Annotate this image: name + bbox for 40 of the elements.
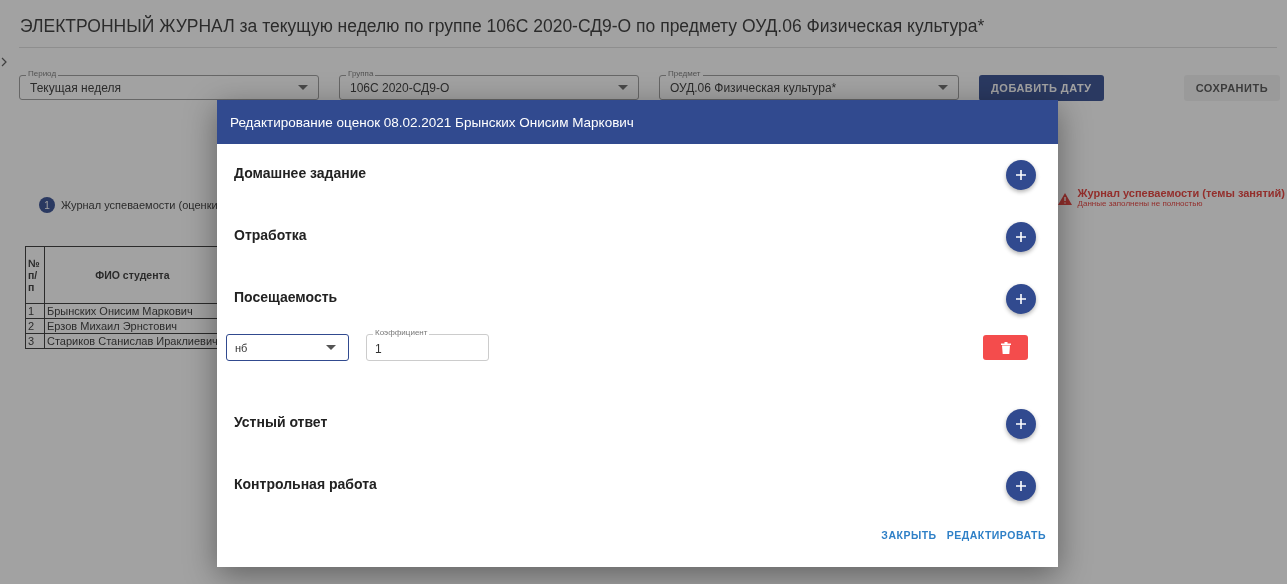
caret-icon bbox=[938, 85, 948, 90]
add-button[interactable] bbox=[1006, 471, 1036, 501]
table-cell: 2 bbox=[25, 318, 45, 334]
plus-icon bbox=[1015, 231, 1027, 243]
delete-button[interactable] bbox=[983, 335, 1028, 360]
section-title: Посещаемость bbox=[234, 289, 338, 305]
table-cell: 1 bbox=[25, 303, 45, 319]
plus-icon bbox=[1015, 293, 1027, 305]
section-title: Устный ответ bbox=[234, 414, 328, 430]
field-label: Период bbox=[26, 69, 59, 78]
step-number: 1 bbox=[39, 197, 55, 213]
caret-icon bbox=[618, 85, 628, 90]
field-label: Предмет bbox=[666, 69, 703, 78]
chevron-icon[interactable] bbox=[1, 57, 7, 67]
table-cell: 3 bbox=[25, 333, 45, 349]
add-button[interactable] bbox=[1006, 160, 1036, 190]
add-button[interactable] bbox=[1006, 409, 1036, 439]
plus-icon bbox=[1015, 169, 1027, 181]
trash-icon bbox=[1000, 341, 1011, 354]
plus-icon bbox=[1015, 480, 1027, 492]
column-header: № п/п bbox=[25, 246, 45, 304]
field-label: Коэффициент bbox=[373, 328, 430, 337]
add-date-button[interactable]: ДОБАВИТЬ ДАТУ bbox=[979, 75, 1104, 101]
add-button[interactable] bbox=[1006, 284, 1036, 314]
section-title: Отработка bbox=[234, 227, 307, 243]
page-title: ЭЛЕКТРОННЫЙ ЖУРНАЛ за текущую неделю по группе 106С 2020-СД9-О по предмету ОУД.06 Физическая культура* bbox=[19, 0, 1277, 48]
add-button[interactable] bbox=[1006, 222, 1036, 252]
field-label: Группа bbox=[346, 69, 376, 78]
edit-button[interactable]: РЕДАКТИРОВАТЬ bbox=[942, 529, 1050, 541]
plus-icon bbox=[1015, 418, 1027, 430]
step-label[interactable]: Журнал успеваемости (темы занятий) bbox=[1077, 187, 1285, 199]
section-title: Домашнее задание bbox=[234, 165, 367, 181]
dialog-title: Редактирование оценок 08.02.2021 Брынских Онисим Маркович bbox=[230, 114, 634, 130]
step-label[interactable]: Журнал успеваемости (оценки bbox=[61, 199, 218, 211]
caret-icon bbox=[326, 345, 336, 350]
caret-icon bbox=[298, 85, 308, 90]
section-title: Контрольная работа bbox=[234, 476, 377, 492]
close-button[interactable]: ЗАКРЫТЬ bbox=[877, 529, 941, 541]
step-hint: Данные заполнены не полностью bbox=[1077, 199, 1204, 208]
grade-dropdown[interactable]: нб bbox=[226, 334, 349, 361]
